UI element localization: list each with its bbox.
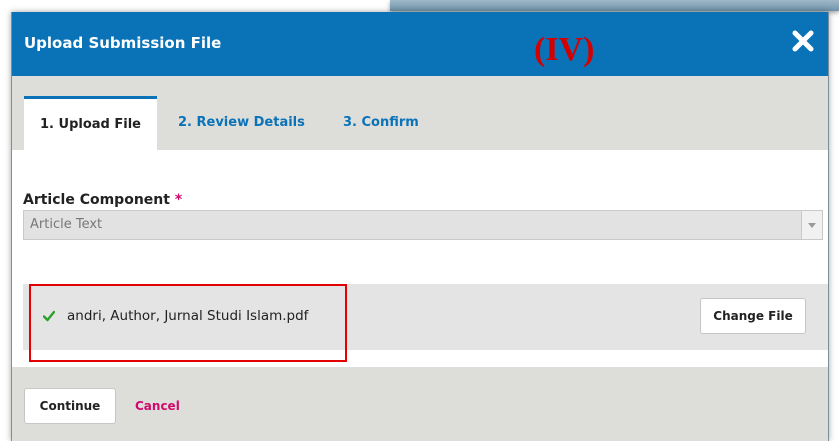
continue-button[interactable]: Continue [24,388,116,424]
chevron-down-icon [808,223,816,228]
article-component-label: Article Component * [23,192,182,208]
dialog-header: Upload Submission File [12,12,828,76]
step-annotation-label: (IV) [534,31,595,68]
cancel-link[interactable]: Cancel [135,399,180,413]
change-file-button[interactable]: Change File [700,298,806,334]
tab-confirm[interactable]: 3. Confirm [343,96,419,150]
upload-submission-dialog: Upload Submission File 1. Upload File 2.… [11,12,829,441]
article-component-select[interactable]: Article Text [23,210,823,240]
close-x-icon [792,30,814,52]
tab-upload-file[interactable]: 1. Upload File [24,96,157,150]
close-button[interactable] [788,26,818,56]
select-dropdown-toggle[interactable] [801,211,822,239]
article-component-label-text: Article Component [23,192,170,208]
required-marker: * [174,192,183,208]
dialog-footer: Continue Cancel [12,367,828,441]
background-window-bar [390,0,839,11]
file-highlight-annotation [29,284,347,362]
dialog-title: Upload Submission File [24,34,222,52]
tab-review-details[interactable]: 2. Review Details [178,96,305,150]
article-component-selected-value: Article Text [30,217,103,232]
wizard-tabs: 1. Upload File 2. Review Details 3. Conf… [12,76,828,150]
